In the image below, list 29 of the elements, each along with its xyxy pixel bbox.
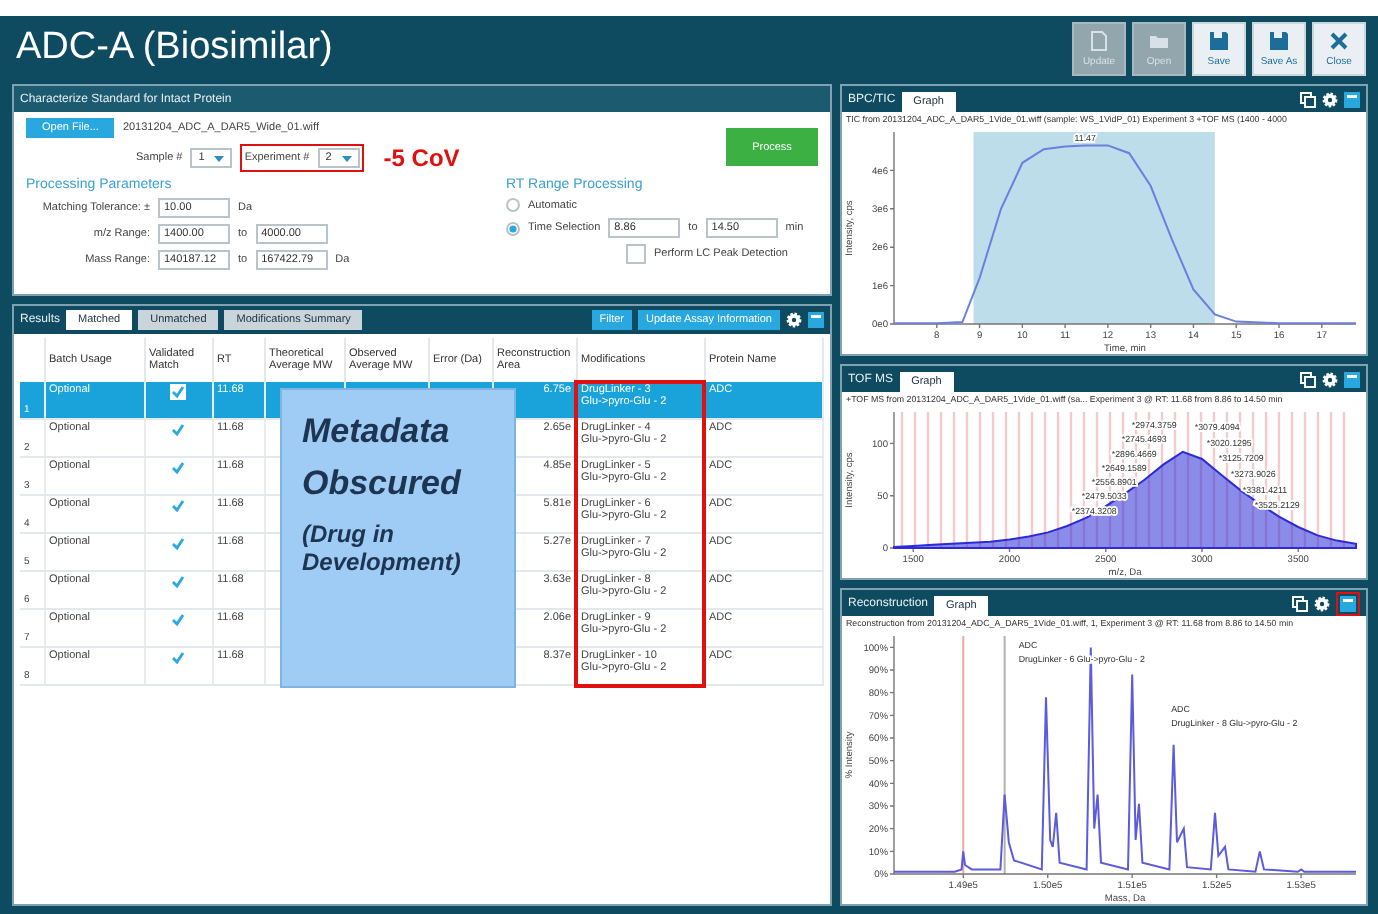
checkbox[interactable] xyxy=(626,244,646,264)
checkbox[interactable] xyxy=(170,460,186,476)
maximize-icon[interactable] xyxy=(1344,91,1360,107)
close-icon xyxy=(1328,29,1350,51)
window-title: ADC-A (Biosimilar) xyxy=(16,26,333,70)
document-icon xyxy=(1088,29,1110,51)
settings-icon[interactable] xyxy=(1322,371,1338,387)
settings-icon[interactable] xyxy=(786,312,802,328)
radio-button[interactable] xyxy=(506,198,520,212)
checkbox[interactable] xyxy=(170,612,186,628)
maximize-icon[interactable] xyxy=(1344,371,1360,387)
copy-icon[interactable] xyxy=(1300,91,1316,107)
floppy-icon xyxy=(1208,29,1230,51)
checkbox[interactable] xyxy=(170,422,186,438)
checkbox[interactable] xyxy=(170,498,186,514)
checkbox[interactable] xyxy=(170,384,186,400)
settings-icon[interactable] xyxy=(1322,91,1338,107)
callout-text: -5 CoV xyxy=(383,144,460,172)
floppy-icon xyxy=(1268,29,1290,51)
checkbox[interactable] xyxy=(170,574,186,590)
settings-icon[interactable] xyxy=(1314,595,1330,611)
checkbox[interactable] xyxy=(170,536,186,552)
checkbox[interactable] xyxy=(170,650,186,666)
redaction-note: (Drug in Development) xyxy=(302,519,463,576)
caret-icon xyxy=(214,155,225,161)
radio-button[interactable] xyxy=(506,221,520,235)
caret-icon xyxy=(341,155,352,161)
copy-icon[interactable] xyxy=(1292,595,1308,611)
copy-icon[interactable] xyxy=(1300,371,1316,387)
